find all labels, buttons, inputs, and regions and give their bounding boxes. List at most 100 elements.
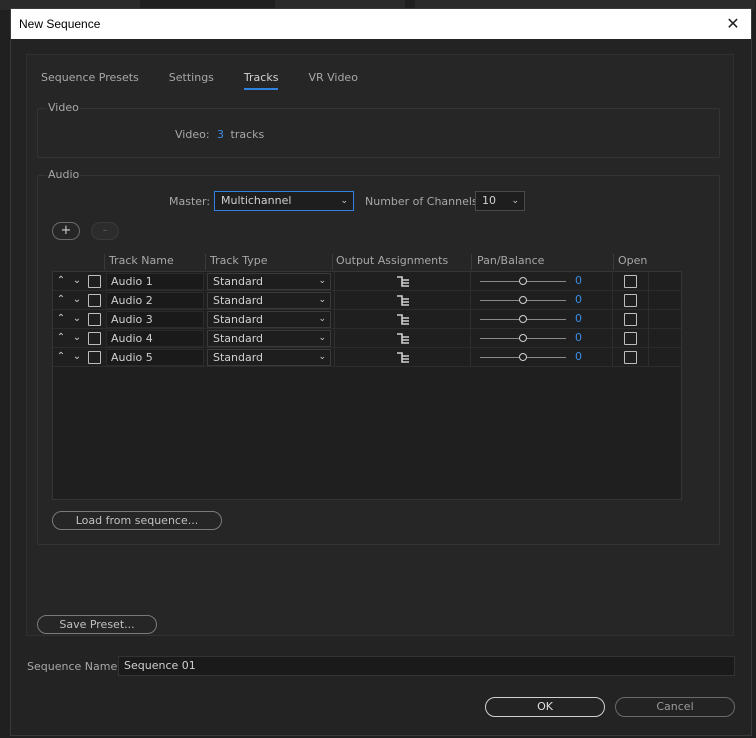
- chevron-down-icon: ⌄: [511, 196, 519, 206]
- output-assignment-cell: [334, 272, 471, 291]
- track-select-checkbox[interactable]: [88, 351, 101, 364]
- master-label: Master:: [169, 195, 211, 208]
- chevron-up-icon[interactable]: ⌃: [55, 293, 67, 307]
- pan-value[interactable]: 0: [575, 350, 582, 363]
- output-assignment-cell: [334, 348, 471, 367]
- track-select-checkbox[interactable]: [88, 313, 101, 326]
- track-type-value: Standard: [213, 275, 264, 288]
- video-track-count[interactable]: 3: [217, 128, 224, 141]
- add-track-button[interactable]: +: [52, 222, 80, 240]
- open-checkbox[interactable]: [624, 351, 637, 364]
- pan-slider-knob[interactable]: [519, 334, 527, 342]
- pan-slider-knob[interactable]: [519, 296, 527, 304]
- chevron-down-icon[interactable]: ⌄: [71, 350, 83, 364]
- audio-group-label: Audio: [47, 168, 81, 181]
- routing-icon[interactable]: [397, 314, 409, 325]
- column-divider: [471, 254, 472, 270]
- save-preset-button[interactable]: Save Preset...: [37, 615, 157, 634]
- pan-slider-knob[interactable]: [519, 277, 527, 285]
- load-from-sequence-button[interactable]: Load from sequence...: [52, 511, 222, 530]
- chevron-up-icon[interactable]: ⌃: [55, 274, 67, 288]
- track-name-field[interactable]: Audio 3: [106, 311, 204, 328]
- open-checkbox[interactable]: [624, 313, 637, 326]
- new-sequence-dialog: New Sequence ✕ Sequence Presets Settings…: [10, 8, 752, 736]
- track-select-checkbox[interactable]: [88, 294, 101, 307]
- track-name-field[interactable]: Audio 5: [106, 349, 204, 366]
- chevron-down-icon: ⌄: [318, 295, 326, 305]
- title-bar: New Sequence ✕: [11, 9, 751, 39]
- sequence-name-label: Sequence Name:: [27, 660, 121, 673]
- chevron-down-icon[interactable]: ⌄: [71, 312, 83, 326]
- sequence-name-input[interactable]: Sequence 01: [118, 656, 735, 676]
- chevron-down-icon: ⌄: [318, 314, 326, 324]
- master-value: Multichannel: [221, 194, 292, 207]
- video-group-label: Video: [47, 101, 80, 114]
- chevron-down-icon: ⌄: [318, 352, 326, 362]
- track-select-checkbox[interactable]: [88, 332, 101, 345]
- routing-icon[interactable]: [397, 352, 409, 363]
- table-row: ⌃ ⌄ Audio 5 Standard ⌄ 0: [53, 348, 681, 367]
- chevron-down-icon[interactable]: ⌄: [71, 331, 83, 345]
- tab-settings[interactable]: Settings: [169, 71, 214, 90]
- output-assignment-cell: [334, 291, 471, 310]
- chevron-up-icon[interactable]: ⌃: [55, 312, 67, 326]
- output-assignment-cell: [334, 329, 471, 348]
- track-type-dropdown[interactable]: Standard ⌄: [207, 330, 331, 347]
- video-track-unit: tracks: [230, 128, 265, 141]
- track-select-checkbox[interactable]: [88, 275, 101, 288]
- column-pan-balance: Pan/Balance: [477, 254, 545, 267]
- column-divider: [332, 254, 333, 270]
- routing-icon[interactable]: [397, 295, 409, 306]
- column-track-type: Track Type: [210, 254, 268, 267]
- open-checkbox[interactable]: [624, 332, 637, 345]
- tab-vr-video[interactable]: VR Video: [308, 71, 357, 90]
- table-row: ⌃ ⌄ Audio 2 Standard ⌄ 0: [53, 291, 681, 310]
- track-table-header: Track Name Track Type Output Assignments…: [52, 254, 682, 270]
- chevron-up-icon[interactable]: ⌃: [55, 350, 67, 364]
- channels-value: 10: [482, 194, 496, 207]
- video-tracks-row: Video: 3 tracks: [175, 128, 264, 141]
- open-checkbox[interactable]: [624, 275, 637, 288]
- track-type-dropdown[interactable]: Standard ⌄: [207, 273, 331, 290]
- master-dropdown[interactable]: Multichannel ⌄: [214, 191, 354, 211]
- tab-tracks[interactable]: Tracks: [243, 71, 279, 90]
- audio-group: Audio Master: Multichannel ⌄ Number of C…: [37, 168, 720, 545]
- cancel-button[interactable]: Cancel: [615, 697, 735, 717]
- chevron-down-icon: ⌄: [318, 276, 326, 286]
- output-assignment-cell: [334, 310, 471, 329]
- track-type-value: Standard: [213, 313, 264, 326]
- track-type-value: Standard: [213, 351, 264, 364]
- track-name-field[interactable]: Audio 1: [106, 273, 204, 290]
- track-type-value: Standard: [213, 332, 264, 345]
- pan-slider-knob[interactable]: [519, 353, 527, 361]
- channels-label: Number of Channels:: [365, 195, 482, 208]
- chevron-down-icon[interactable]: ⌄: [71, 293, 83, 307]
- chevron-up-icon[interactable]: ⌃: [55, 331, 67, 345]
- open-checkbox[interactable]: [624, 294, 637, 307]
- channels-dropdown[interactable]: 10 ⌄: [475, 191, 525, 211]
- column-divider: [205, 254, 206, 270]
- tab-sequence-presets[interactable]: Sequence Presets: [41, 71, 139, 90]
- track-type-dropdown[interactable]: Standard ⌄: [207, 349, 331, 366]
- pan-value[interactable]: 0: [575, 274, 582, 287]
- track-name-field[interactable]: Audio 4: [106, 330, 204, 347]
- table-row: ⌃ ⌄ Audio 3 Standard ⌄ 0: [53, 310, 681, 329]
- pan-value[interactable]: 0: [575, 312, 582, 325]
- column-divider: [613, 254, 614, 270]
- tracks-panel: Sequence Presets Settings Tracks VR Vide…: [26, 54, 734, 636]
- track-type-dropdown[interactable]: Standard ⌄: [207, 311, 331, 328]
- pan-value[interactable]: 0: [575, 293, 582, 306]
- pan-slider-knob[interactable]: [519, 315, 527, 323]
- pan-value[interactable]: 0: [575, 331, 582, 344]
- routing-icon[interactable]: [397, 333, 409, 344]
- column-open: Open: [618, 254, 648, 267]
- remove-track-button[interactable]: -: [91, 222, 119, 240]
- track-table: ⌃ ⌄ Audio 1 Standard ⌄ 0 ⌃ ⌄ Audio 2 Sta…: [52, 271, 682, 500]
- tab-bar: Sequence Presets Settings Tracks VR Vide…: [41, 71, 388, 90]
- ok-button[interactable]: OK: [485, 697, 605, 717]
- track-name-field[interactable]: Audio 2: [106, 292, 204, 309]
- track-type-dropdown[interactable]: Standard ⌄: [207, 292, 331, 309]
- chevron-down-icon[interactable]: ⌄: [71, 274, 83, 288]
- routing-icon[interactable]: [397, 276, 409, 287]
- close-icon[interactable]: ✕: [721, 12, 745, 36]
